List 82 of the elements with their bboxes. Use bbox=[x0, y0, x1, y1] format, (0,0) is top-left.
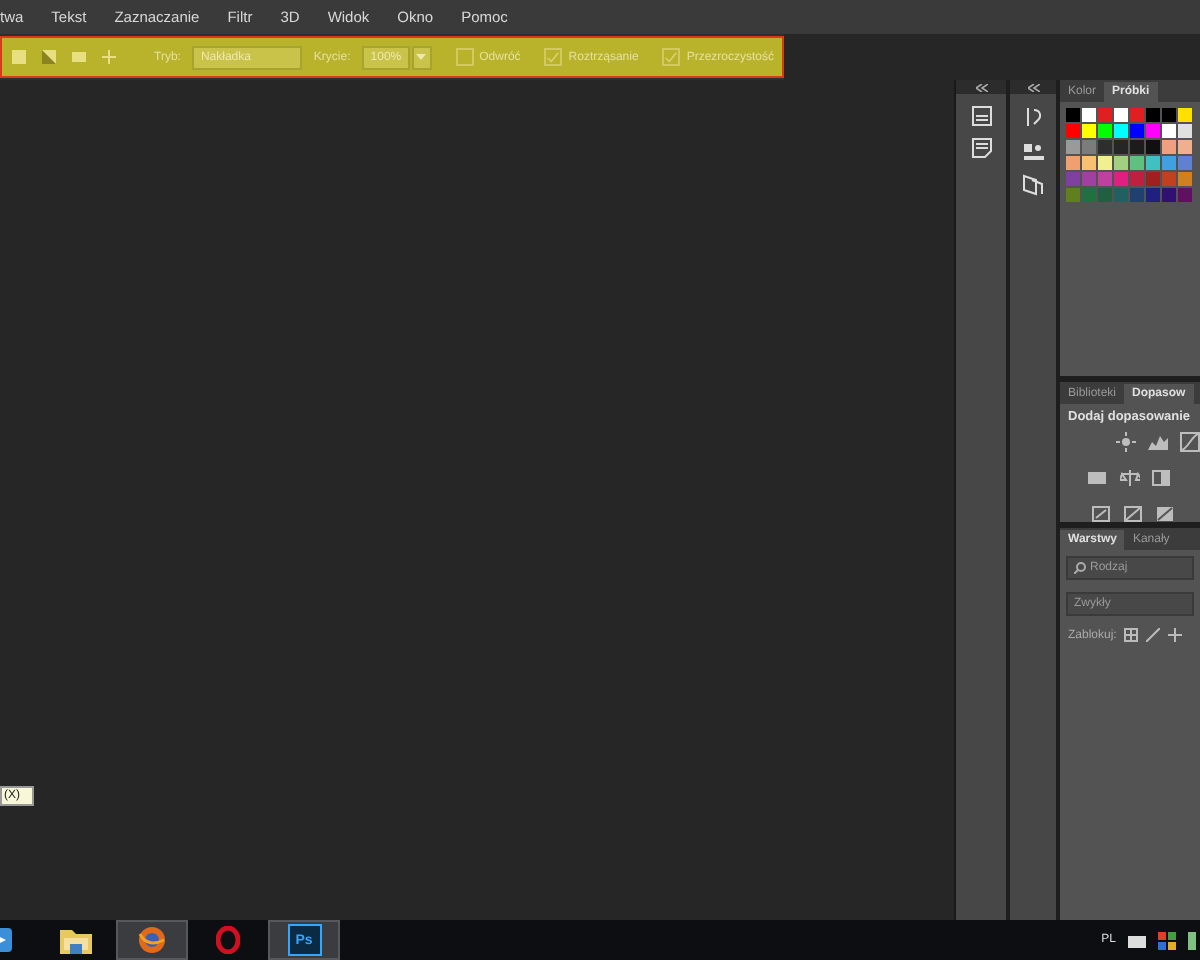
color-swatch[interactable] bbox=[1178, 108, 1192, 122]
color-balance-icon[interactable] bbox=[1088, 468, 1108, 488]
color-swatch[interactable] bbox=[1162, 188, 1176, 202]
action-center-icon[interactable] bbox=[1158, 931, 1176, 949]
color-swatch[interactable] bbox=[1082, 108, 1096, 122]
color-swatch[interactable] bbox=[1066, 108, 1080, 122]
checkbox[interactable] bbox=[455, 48, 474, 66]
color-swatch[interactable] bbox=[1130, 188, 1144, 202]
color-swatch[interactable] bbox=[1146, 124, 1160, 138]
color-swatch[interactable] bbox=[1146, 188, 1160, 202]
checkbox[interactable] bbox=[662, 48, 681, 66]
notes-panel-icon[interactable] bbox=[971, 138, 991, 158]
gradient-tool-icon[interactable] bbox=[100, 48, 118, 66]
lock-pixels-icon[interactable] bbox=[1124, 628, 1139, 642]
color-swatch[interactable] bbox=[1178, 156, 1192, 170]
photo-filter-icon[interactable] bbox=[1092, 504, 1112, 524]
move-icon[interactable] bbox=[1168, 628, 1183, 642]
collapse-icon[interactable] bbox=[975, 83, 987, 91]
color-swatch[interactable] bbox=[1114, 108, 1128, 122]
caret-icon bbox=[416, 54, 427, 60]
color-swatch[interactable] bbox=[1098, 156, 1112, 170]
properties-panel-icon[interactable] bbox=[1021, 142, 1045, 162]
paths-panel-icon[interactable] bbox=[1022, 174, 1044, 196]
gradient-tool-icon[interactable] bbox=[70, 48, 88, 66]
color-swatch[interactable] bbox=[1162, 108, 1176, 122]
color-swatch[interactable] bbox=[1082, 172, 1096, 186]
color-swatch[interactable] bbox=[1130, 108, 1144, 122]
folder-icon[interactable] bbox=[60, 926, 92, 954]
color-swatch[interactable] bbox=[1114, 188, 1128, 202]
color-swatch[interactable] bbox=[1114, 172, 1128, 186]
gradient-tool-icon[interactable] bbox=[10, 48, 28, 66]
color-swatch[interactable] bbox=[1082, 188, 1096, 202]
color-swatch[interactable] bbox=[1178, 140, 1192, 154]
color-swatch[interactable] bbox=[1162, 140, 1176, 154]
color-swatch[interactable] bbox=[1178, 188, 1192, 202]
scales-icon[interactable] bbox=[1120, 468, 1140, 488]
color-swatch[interactable] bbox=[1146, 172, 1160, 186]
color-swatch[interactable] bbox=[1146, 140, 1160, 154]
color-swatch[interactable] bbox=[1082, 156, 1096, 170]
color-swatch[interactable] bbox=[1162, 156, 1176, 170]
color-swatch[interactable] bbox=[1178, 124, 1192, 138]
color-swatch[interactable] bbox=[1146, 156, 1160, 170]
brightness-icon[interactable] bbox=[1116, 432, 1136, 452]
color-swatch[interactable] bbox=[1066, 188, 1080, 202]
color-swatch[interactable] bbox=[1066, 156, 1080, 170]
curves-icon[interactable] bbox=[1180, 432, 1200, 452]
color-swatch[interactable] bbox=[1098, 124, 1112, 138]
color-swatch[interactable] bbox=[1130, 124, 1144, 138]
color-swatch[interactable] bbox=[1178, 172, 1192, 186]
opacity-dropdown[interactable] bbox=[411, 45, 432, 69]
color-swatch[interactable] bbox=[1066, 124, 1080, 138]
color-swatch[interactable] bbox=[1130, 140, 1144, 154]
collapse-icon[interactable] bbox=[1027, 83, 1039, 91]
history-panel-icon[interactable] bbox=[971, 106, 991, 126]
color-swatch[interactable] bbox=[1098, 108, 1112, 122]
brush-icon[interactable] bbox=[1146, 628, 1161, 642]
color-swatch[interactable] bbox=[1066, 140, 1080, 154]
color-swatch[interactable] bbox=[1162, 172, 1176, 186]
color-swatch[interactable] bbox=[1162, 124, 1176, 138]
color-swatch[interactable] bbox=[1098, 140, 1112, 154]
network-icon[interactable] bbox=[1188, 931, 1196, 949]
color-swatch[interactable] bbox=[1114, 156, 1128, 170]
firefox-icon[interactable] bbox=[138, 926, 166, 954]
color-swatch[interactable] bbox=[1114, 140, 1128, 154]
gradient-tool-icon[interactable] bbox=[40, 48, 58, 66]
color-swatch[interactable] bbox=[1130, 172, 1144, 186]
levels-icon[interactable] bbox=[1148, 432, 1168, 452]
color-swatch[interactable] bbox=[1146, 108, 1160, 122]
color-swatch[interactable] bbox=[1082, 124, 1096, 138]
color-swatch[interactable] bbox=[1098, 188, 1112, 202]
color-swatch[interactable] bbox=[1066, 172, 1080, 186]
opera-icon[interactable] bbox=[216, 926, 240, 954]
color-swatch[interactable] bbox=[1082, 140, 1096, 154]
color-swatch[interactable] bbox=[1114, 124, 1128, 138]
color-swatch[interactable] bbox=[1130, 156, 1144, 170]
contrast-icon[interactable] bbox=[1152, 468, 1172, 488]
search-icon bbox=[1074, 562, 1086, 574]
checkbox[interactable] bbox=[544, 48, 563, 66]
gradient-map-icon[interactable] bbox=[1156, 504, 1176, 524]
keyboard-icon[interactable] bbox=[1128, 933, 1146, 947]
threshold-icon[interactable] bbox=[1124, 504, 1144, 524]
color-swatch[interactable] bbox=[1098, 172, 1112, 186]
